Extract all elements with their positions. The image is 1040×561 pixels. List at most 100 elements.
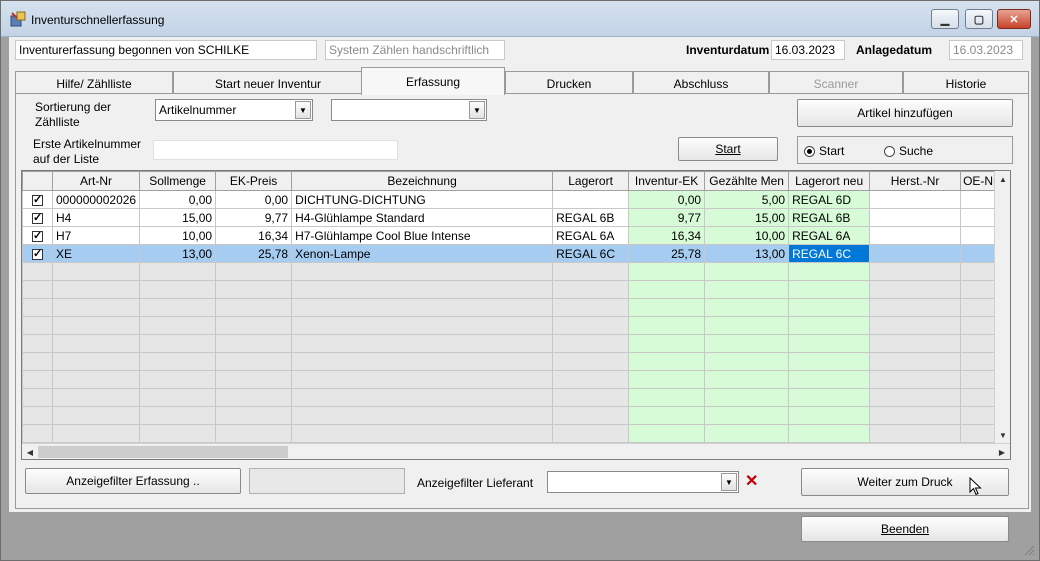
cell-ek-preis[interactable]: 9,77	[215, 208, 293, 227]
scroll-left-icon[interactable]: ◀	[22, 444, 38, 459]
cell-gezaehlte-menge[interactable]: 13,00	[704, 244, 790, 263]
row-checkbox[interactable]	[22, 226, 53, 245]
cell-lagerort[interactable]: REGAL 6A	[552, 226, 630, 245]
radio-search[interactable]: Suche	[884, 144, 933, 158]
cell-lagerort-neu-focused[interactable]: REGAL 6C	[788, 244, 871, 263]
col-header-herst-nr[interactable]: Herst.-Nr	[869, 171, 962, 191]
scroll-down-icon[interactable]: ▼	[995, 427, 1010, 443]
cell-art-nr[interactable]: H7	[51, 226, 141, 245]
cell-inventur-ek[interactable]: 9,77	[628, 208, 706, 227]
cell-art-nr[interactable]: 000000002026	[51, 190, 141, 209]
clear-filter-icon[interactable]: ✕	[745, 471, 758, 491]
cell-herst-nr[interactable]	[869, 226, 962, 245]
tab-help-countlist[interactable]: Hilfe/ Zählliste	[15, 71, 173, 95]
checkbox-checked-icon[interactable]	[32, 193, 43, 206]
tab-closing[interactable]: Abschluss	[633, 71, 769, 95]
resize-grip-icon[interactable]	[1023, 544, 1035, 556]
cell-sollmenge[interactable]: 15,00	[139, 208, 217, 227]
col-header-check[interactable]	[22, 171, 53, 191]
cell-art-nr[interactable]: XE	[51, 244, 141, 263]
col-header-inventur-ek[interactable]: Inventur-EK	[628, 171, 706, 191]
filter-supplier-select[interactable]: ▼	[547, 471, 739, 493]
col-header-lagerort[interactable]: Lagerort	[552, 171, 630, 191]
cell-bezeichnung[interactable]: H4-Glühlampe Standard	[291, 208, 554, 227]
inventory-date-field[interactable]: 16.03.2023	[771, 40, 845, 60]
radio-start[interactable]: Start	[804, 144, 844, 158]
cell-sollmenge[interactable]: 13,00	[139, 244, 217, 263]
sort-select-2[interactable]: ▼	[331, 99, 487, 121]
col-header-sollmenge[interactable]: Sollmenge	[139, 171, 217, 191]
tab-start-new-inventory[interactable]: Start neuer Inventur	[173, 71, 363, 95]
empty-row	[22, 334, 1003, 353]
start-button[interactable]: Start	[678, 137, 778, 161]
cell-herst-nr[interactable]	[869, 190, 962, 209]
filter-supplier-label: Anzeigefilter Lieferant	[417, 476, 534, 490]
mouse-cursor-icon	[969, 477, 982, 496]
cell-sollmenge[interactable]: 0,00	[139, 190, 217, 209]
maximize-icon: ▢	[973, 13, 985, 26]
cell-art-nr[interactable]: H4	[51, 208, 141, 227]
cell-lagerort-neu[interactable]: REGAL 6D	[788, 190, 871, 209]
sort-label-2: Zählliste	[35, 115, 80, 129]
exit-button[interactable]: Beenden	[801, 516, 1009, 542]
cell-gezaehlte-menge[interactable]: 15,00	[704, 208, 790, 227]
vertical-scrollbar[interactable]: ▲ ▼	[994, 171, 1010, 443]
col-header-art-nr[interactable]: Art-Nr	[51, 171, 141, 191]
cell-lagerort[interactable]: REGAL 6C	[552, 244, 630, 263]
col-header-ek-preis[interactable]: EK-Preis	[215, 171, 293, 191]
col-header-gezaehlte-menge[interactable]: Gezählte Men	[704, 171, 790, 191]
checkbox-checked-icon[interactable]	[32, 229, 43, 242]
start-search-radio-group: Start Suche	[797, 136, 1013, 164]
started-by-field: Inventurerfassung begonnen von SCHILKE	[15, 40, 317, 60]
horizontal-scrollbar[interactable]: ◀ ▶	[22, 443, 1010, 459]
close-button[interactable]: ✕	[997, 9, 1031, 29]
col-header-lagerort-neu[interactable]: Lagerort neu	[788, 171, 871, 191]
tab-print[interactable]: Drucken	[505, 71, 633, 95]
chevron-down-icon[interactable]: ▼	[295, 101, 311, 119]
table-row-selected[interactable]: XE 13,00 25,78 Xenon-Lampe REGAL 6C 25,7…	[22, 244, 1003, 263]
sort-select[interactable]: Artikelnummer ▼	[155, 99, 313, 121]
cell-lagerort-neu[interactable]: REGAL 6A	[788, 226, 871, 245]
table-row[interactable]: H7 10,00 16,34 H7-Glühlampe Cool Blue In…	[22, 226, 1003, 245]
table-row[interactable]: H4 15,00 9,77 H4-Glühlampe Standard REGA…	[22, 208, 1003, 227]
cell-herst-nr[interactable]	[869, 208, 962, 227]
row-checkbox[interactable]	[22, 208, 53, 227]
cell-lagerort-neu[interactable]: REGAL 6B	[788, 208, 871, 227]
cell-gezaehlte-menge[interactable]: 5,00	[704, 190, 790, 209]
cell-ek-preis[interactable]: 16,34	[215, 226, 293, 245]
cell-ek-preis[interactable]: 0,00	[215, 190, 293, 209]
row-checkbox[interactable]	[22, 244, 53, 263]
cell-lagerort[interactable]: REGAL 6B	[552, 208, 630, 227]
scroll-right-icon[interactable]: ▶	[994, 444, 1010, 459]
cell-sollmenge[interactable]: 10,00	[139, 226, 217, 245]
col-header-bezeichnung[interactable]: Bezeichnung	[291, 171, 554, 191]
cell-inventur-ek[interactable]: 0,00	[628, 190, 706, 209]
horizontal-scroll-thumb[interactable]	[38, 446, 288, 458]
cell-lagerort[interactable]	[552, 190, 630, 209]
add-article-button[interactable]: Artikel hinzufügen	[797, 99, 1013, 127]
chevron-down-icon[interactable]: ▼	[469, 101, 485, 119]
first-article-input[interactable]	[153, 140, 398, 160]
cell-herst-nr[interactable]	[869, 244, 962, 263]
chevron-down-icon[interactable]: ▼	[721, 473, 737, 491]
first-article-label-1: Erste Artikelnummer	[33, 137, 142, 151]
minimize-button[interactable]: ▁	[931, 9, 959, 29]
cell-ek-preis[interactable]: 25,78	[215, 244, 293, 263]
checkbox-checked-icon[interactable]	[32, 211, 43, 224]
maximize-button[interactable]: ▢	[965, 9, 993, 29]
cell-inventur-ek[interactable]: 25,78	[628, 244, 706, 263]
cell-inventur-ek[interactable]: 16,34	[628, 226, 706, 245]
cell-gezaehlte-menge[interactable]: 10,00	[704, 226, 790, 245]
cell-bezeichnung[interactable]: H7-Glühlampe Cool Blue Intense	[291, 226, 554, 245]
count-system-field: System Zählen handschriftlich	[325, 40, 505, 60]
tab-capture[interactable]: Erfassung	[361, 67, 505, 95]
table-row[interactable]: 000000002026 0,00 0,00 DICHTUNG-DICHTUNG…	[22, 190, 1003, 209]
checkbox-checked-icon[interactable]	[32, 247, 43, 260]
cell-bezeichnung[interactable]: Xenon-Lampe	[291, 244, 554, 263]
tab-history[interactable]: Historie	[903, 71, 1029, 95]
cell-bezeichnung[interactable]: DICHTUNG-DICHTUNG	[291, 190, 554, 209]
filter-capture-button[interactable]: Anzeigefilter Erfassung ..	[25, 468, 241, 494]
inventory-grid[interactable]: Art-Nr Sollmenge EK-Preis Bezeichnung La…	[21, 170, 1011, 460]
row-checkbox[interactable]	[22, 190, 53, 209]
scroll-up-icon[interactable]: ▲	[995, 171, 1010, 187]
